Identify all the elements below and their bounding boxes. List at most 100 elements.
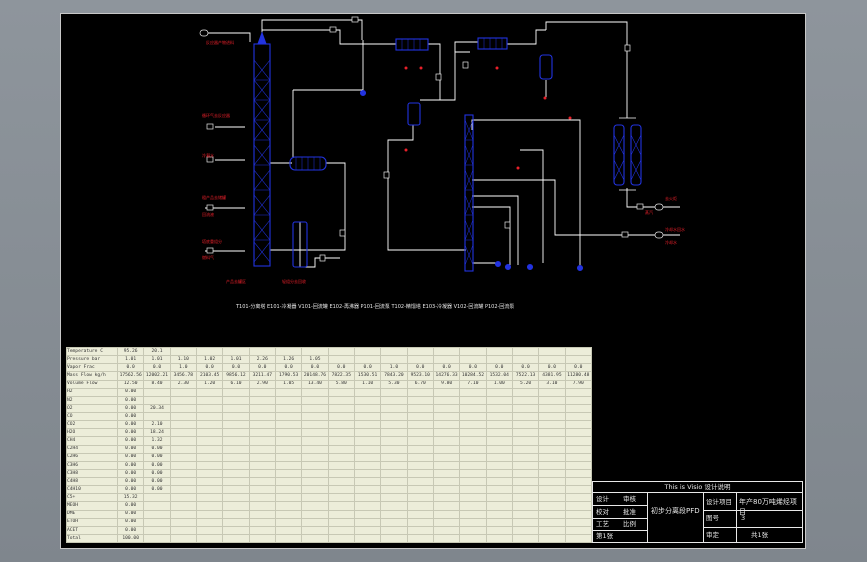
table-cell: [222, 428, 250, 438]
table-cell: [538, 485, 566, 495]
table-cell: [169, 420, 197, 430]
table-cell: 0.0: [143, 363, 171, 373]
table-cell: 0.00: [116, 428, 145, 438]
table-cell: [485, 428, 513, 438]
table-cell: 7822.35: [327, 371, 355, 381]
table-cell: [485, 452, 513, 462]
table-cell: [432, 517, 461, 527]
table-cell: [511, 452, 540, 462]
table-cell: 0.00: [116, 468, 145, 479]
table-cell: [459, 533, 487, 544]
stream-label: 粗产品去储罐: [202, 194, 226, 200]
table-cell: [406, 517, 434, 527]
table-cell: [406, 403, 434, 414]
table-cell: [248, 485, 276, 495]
table-cell: 20.1: [143, 346, 171, 357]
table-cell: [222, 460, 250, 470]
table-cell: [274, 346, 303, 357]
table-cell: [327, 468, 355, 479]
table-cell: [432, 355, 461, 365]
table-cell: 0.00: [116, 525, 145, 535]
table-cell: [169, 452, 197, 462]
table-cell: 3.10: [538, 379, 566, 389]
table-cell: [564, 468, 593, 479]
table-cell: [406, 485, 434, 495]
table-cell: [538, 468, 566, 479]
table-cell: [274, 485, 303, 495]
table-cell: 14276.33: [432, 371, 461, 381]
table-cell: 0.00: [116, 476, 145, 487]
table-cell: 1.0: [380, 363, 408, 373]
table-cell: [564, 452, 593, 462]
table-cell: [248, 460, 276, 470]
table-cell: 1530.51: [353, 371, 382, 381]
table-cell: 12.50: [116, 379, 145, 389]
table-cell: [564, 493, 593, 503]
table-cell: [564, 428, 593, 438]
table-cell: [222, 403, 250, 414]
table-cell: [538, 493, 566, 503]
row-label: Pressure bar: [66, 355, 118, 365]
table-cell: [169, 346, 197, 357]
table-cell: [195, 346, 224, 357]
table-cell: [511, 411, 540, 422]
table-cell: [564, 395, 593, 405]
table-cell: [485, 485, 513, 495]
table-row: Total 100.00: [66, 533, 593, 544]
table-cell: [327, 501, 355, 511]
table-cell: [353, 460, 382, 470]
table-cell: [248, 395, 276, 405]
table-cell: [538, 476, 566, 487]
table-cell: [248, 509, 276, 519]
table-cell: [195, 411, 224, 422]
table-cell: [353, 403, 382, 414]
table-cell: 2.10: [143, 420, 171, 430]
table-cell: [274, 525, 303, 535]
table-row: N2 0.00: [66, 395, 593, 405]
stream-label: 冷凝水: [202, 152, 214, 158]
table-cell: [327, 533, 355, 544]
table-row: C4H10 0.00 0.00: [66, 485, 593, 495]
table-cell: 0.0: [274, 363, 303, 373]
table-cell: [406, 525, 434, 535]
table-cell: 0.0: [511, 363, 540, 373]
table-cell: [248, 420, 276, 430]
table-cell: 0.0: [195, 363, 224, 373]
table-cell: [327, 346, 355, 357]
table-cell: [327, 420, 355, 430]
table-cell: 5.30: [380, 379, 408, 389]
row-label: C2H4: [66, 444, 118, 454]
table-cell: [406, 411, 434, 422]
table-cell: 0.0: [406, 363, 434, 373]
table-cell: [353, 355, 382, 365]
table-cell: [169, 493, 197, 503]
table-cell: [327, 411, 355, 422]
table-cell: [432, 533, 461, 544]
table-cell: [169, 460, 197, 470]
table-cell: [353, 533, 382, 544]
table-cell: [406, 476, 434, 487]
table-cell: [511, 468, 540, 479]
table-cell: [406, 501, 434, 511]
row-label: Total: [66, 533, 118, 544]
table-cell: [459, 476, 487, 487]
table-cell: [222, 493, 250, 503]
table-cell: 95.26: [116, 346, 145, 357]
table-cell: [195, 444, 224, 454]
table-cell: [169, 509, 197, 519]
table-cell: [459, 460, 487, 470]
table-cell: 1.00: [485, 379, 513, 389]
table-cell: [511, 346, 540, 357]
table-cell: 100.00: [116, 533, 145, 544]
table-cell: [195, 509, 224, 519]
table-cell: [432, 485, 461, 495]
table-cell: [195, 493, 224, 503]
table-cell: [380, 436, 408, 446]
drum-V102: [539, 54, 553, 80]
table-cell: [485, 411, 513, 422]
row-label: C5+: [66, 493, 118, 503]
table-cell: [485, 476, 513, 487]
row-label: MEOH: [66, 501, 118, 511]
table-cell: [301, 395, 329, 405]
table-cell: 15.32: [116, 493, 145, 503]
